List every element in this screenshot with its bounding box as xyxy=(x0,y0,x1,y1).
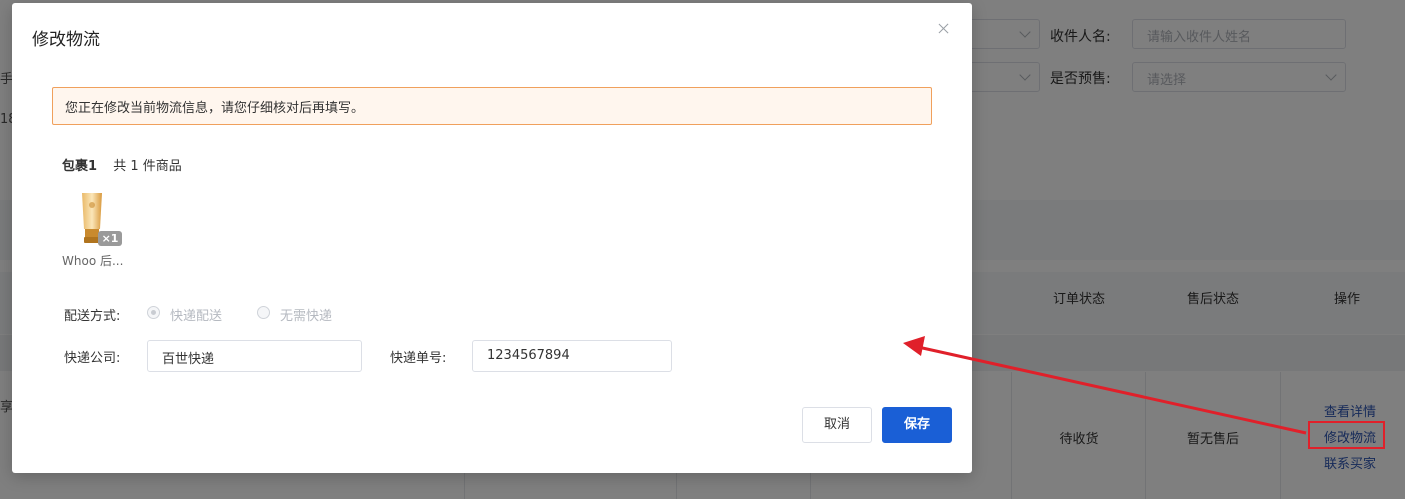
no-express-label[interactable]: 无需快递 xyxy=(280,305,332,324)
radio-no-express[interactable] xyxy=(257,306,270,319)
save-button[interactable]: 保存 xyxy=(882,407,952,443)
courier-company-label: 快递公司: xyxy=(64,351,121,366)
dialog-title: 修改物流 xyxy=(32,30,100,50)
package-count: 共 1 件商品 xyxy=(113,159,182,174)
package-summary: 包裹1 共 1 件商品 xyxy=(62,155,182,174)
annotation-highlight-box xyxy=(1308,421,1385,449)
modify-logistics-dialog: 修改物流 您正在修改当前物流信息，请您仔细核对后再填写。 包裹1 共 1 件商品… xyxy=(12,3,972,473)
tracking-number-label: 快递单号: xyxy=(390,351,447,366)
quantity-badge: ×1 xyxy=(98,231,122,246)
courier-company-input[interactable]: 百世快递 xyxy=(147,340,362,372)
package-name: 包裹1 xyxy=(62,159,98,174)
product-name: Whoo 后... xyxy=(62,254,124,268)
close-icon[interactable] xyxy=(936,21,952,37)
express-delivery-label[interactable]: 快递配送 xyxy=(170,305,222,324)
warning-notice: 您正在修改当前物流信息，请您仔细核对后再填写。 xyxy=(52,87,932,125)
radio-express-delivery[interactable] xyxy=(147,306,160,319)
tracking-number-input[interactable]: 1234567894 xyxy=(472,340,672,372)
cancel-button[interactable]: 取消 xyxy=(802,407,872,443)
delivery-method-label: 配送方式: xyxy=(64,309,121,324)
